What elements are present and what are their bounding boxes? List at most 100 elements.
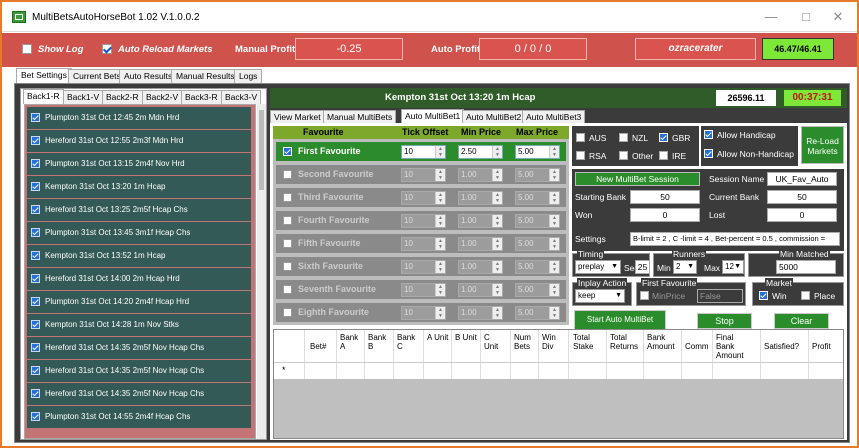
favourite-checkbox[interactable] <box>283 147 292 156</box>
country-nzl-checkbox[interactable] <box>619 133 628 142</box>
race-item[interactable]: Kempton 31st Oct 13:52 1m Hcap <box>27 245 251 267</box>
tab-back2-v[interactable]: Back2-V <box>142 90 183 104</box>
race-item[interactable]: Hereford 31st Oct 12:55 2m3f Mdn Hrd <box>27 130 251 152</box>
max-price-stepper[interactable]: 5.00 ▲ ▼ <box>515 214 560 228</box>
allow-non-handicap-checkbox[interactable] <box>704 149 713 158</box>
grid-col-bank-a[interactable]: Bank A <box>340 333 362 351</box>
favourite-checkbox[interactable] <box>283 216 292 225</box>
tab-back1-v[interactable]: Back1-V <box>63 90 104 104</box>
max-price-stepper[interactable]: 5.00 ▲ ▼ <box>515 283 560 297</box>
race-item[interactable]: Plumpton 31st Oct 12:45 2m Mdn Hrd <box>27 107 251 129</box>
tab-manual-multibets[interactable]: Manual MultiBets <box>323 110 397 123</box>
tick-offset-stepper[interactable]: 10 ▲ ▼ <box>401 191 446 205</box>
race-item[interactable]: Plumpton 31st Oct 13:15 2m4f Nov Hrd <box>27 153 251 175</box>
favourite-checkbox[interactable] <box>283 239 292 248</box>
min-price-stepper[interactable]: 2.50 ▲ ▼ <box>458 145 503 159</box>
tab-auto-multibet2[interactable]: Auto MultiBet2 <box>462 110 526 123</box>
tab-current-bets[interactable]: Current Bets <box>68 69 126 83</box>
runners-min-select[interactable]: 2 ▼ <box>673 260 697 274</box>
clear-button[interactable]: Clear <box>774 313 829 329</box>
max-price-stepper[interactable]: 5.00 ▲ ▼ <box>515 260 560 274</box>
race-checkbox[interactable] <box>31 113 40 122</box>
close-icon[interactable]: ✕ <box>824 8 852 26</box>
market-place-checkbox[interactable] <box>801 291 810 300</box>
tab-auto-multibet3[interactable]: Auto MultiBet3 <box>522 110 586 123</box>
min-price-stepper[interactable]: 1.00 ▲ ▼ <box>458 283 503 297</box>
race-checkbox[interactable] <box>31 412 40 421</box>
race-checkbox[interactable] <box>31 251 40 260</box>
tab-back2-r[interactable]: Back2-R <box>102 90 143 104</box>
tick-offset-stepper[interactable]: 10 ▲ ▼ <box>401 168 446 182</box>
tab-back3-r[interactable]: Back3-R <box>181 90 222 104</box>
min-price-stepper[interactable]: 1.00 ▲ ▼ <box>458 214 503 228</box>
maximize-icon[interactable]: □ <box>792 8 820 26</box>
max-price-stepper[interactable]: 5.00 ▲ ▼ <box>515 191 560 205</box>
tick-offset-stepper[interactable]: 10 ▲ ▼ <box>401 214 446 228</box>
minimize-icon[interactable]: — <box>757 8 785 26</box>
favourite-checkbox[interactable] <box>283 285 292 294</box>
grid-col-bank-c[interactable]: Bank C <box>397 333 419 351</box>
tick-offset-stepper[interactable]: 10 ▲ ▼ <box>401 145 446 159</box>
tab-back3-v[interactable]: Back3-V <box>221 90 262 104</box>
min-matched-field[interactable]: 5000 <box>776 260 836 274</box>
grid-col-num-bets[interactable]: Num Bets <box>514 333 536 351</box>
race-item[interactable]: Hereford 31st Oct 14:35 2m5f Nov Hcap Ch… <box>27 360 251 382</box>
grid-col-total-stake[interactable]: Total Stake <box>573 333 599 351</box>
race-checkbox[interactable] <box>31 389 40 398</box>
race-checkbox[interactable] <box>31 159 40 168</box>
country-ire-checkbox[interactable] <box>659 151 668 160</box>
max-price-stepper[interactable]: 5.00 ▲ ▼ <box>515 145 560 159</box>
race-item[interactable]: Plumpton 31st Oct 13:45 3m1f Hcap Chs <box>27 222 251 244</box>
starting-bank-field[interactable]: 50 <box>630 190 700 204</box>
grid-col-bank-b[interactable]: Bank B <box>368 333 390 351</box>
tick-offset-stepper[interactable]: 10 ▲ ▼ <box>401 283 446 297</box>
tick-offset-stepper[interactable]: 10 ▲ ▼ <box>401 260 446 274</box>
grid-col-bet-number[interactable]: Bet# <box>310 342 326 351</box>
race-checkbox[interactable] <box>31 228 40 237</box>
favourite-checkbox[interactable] <box>283 193 292 202</box>
tick-offset-stepper[interactable]: 10 ▲ ▼ <box>401 237 446 251</box>
race-item[interactable]: Hereford 31st Oct 14:35 2m5f Nov Hcap Ch… <box>27 383 251 405</box>
table-row[interactable]: * <box>274 362 843 379</box>
race-item[interactable]: Hereford 31st Oct 13:25 2m5f Hcap Chs <box>27 199 251 221</box>
timing-select[interactable]: preplay ▼ <box>575 260 621 274</box>
grid-col-a-unit[interactable]: A Unit <box>427 333 449 342</box>
max-price-stepper[interactable]: 5.00 ▲ ▼ <box>515 306 560 320</box>
timing-sec-field[interactable]: 25 <box>635 260 650 274</box>
grid-col-total-returns[interactable]: Total Returns <box>610 333 640 351</box>
show-log-checkbox[interactable] <box>22 44 32 54</box>
stop-button[interactable]: Stop <box>697 313 752 329</box>
grid-col-win-div[interactable]: Win Div <box>542 333 564 351</box>
race-checkbox[interactable] <box>31 320 40 329</box>
tab-view-market[interactable]: View Market <box>270 110 325 123</box>
country-rsa-checkbox[interactable] <box>576 151 585 160</box>
tab-bet-settings[interactable]: Bet Settings <box>16 68 72 84</box>
min-price-stepper[interactable]: 1.00 ▲ ▼ <box>458 168 503 182</box>
tab-manual-results[interactable]: Manual Results <box>171 69 240 83</box>
auto-reload-checkbox[interactable] <box>102 44 112 54</box>
inplay-action-select[interactable]: keep ▼ <box>575 289 625 303</box>
race-checkbox[interactable] <box>31 136 40 145</box>
tab-auto-results[interactable]: Auto Results <box>119 69 178 83</box>
grid-col-bank-amount[interactable]: Bank Amount <box>647 333 677 351</box>
race-item[interactable]: Hereford 31st Oct 14:00 2m Hcap Hrd <box>27 268 251 290</box>
country-aus-checkbox[interactable] <box>576 133 585 142</box>
grid-col-b-unit[interactable]: B Unit <box>455 333 477 342</box>
grid-col-profit[interactable]: Profit <box>812 342 831 351</box>
race-checkbox[interactable] <box>31 182 40 191</box>
session-name-field[interactable]: UK_Fav_Auto <box>767 172 837 186</box>
race-checkbox[interactable] <box>31 274 40 283</box>
grid-col-c-unit[interactable]: C Unit <box>484 333 506 351</box>
max-price-stepper[interactable]: 5.00 ▲ ▼ <box>515 168 560 182</box>
country-gbr-checkbox[interactable] <box>659 133 668 142</box>
race-checkbox[interactable] <box>31 205 40 214</box>
first-favourite-minprice-checkbox[interactable] <box>640 291 649 300</box>
race-checkbox[interactable] <box>31 343 40 352</box>
race-item[interactable]: Plumpton 31st Oct 14:55 2m4f Hcap Chs <box>27 406 251 428</box>
reload-markets-button[interactable]: Re-Load Markets <box>801 126 844 164</box>
settings-summary-field[interactable]: B-limit = 2 , C -limit = 4 , Bet-percent… <box>630 232 840 246</box>
tab-logs[interactable]: Logs <box>234 69 263 83</box>
allow-handicap-checkbox[interactable] <box>704 130 713 139</box>
race-item[interactable]: Kempton 31st Oct 14:28 1m Nov Stks <box>27 314 251 336</box>
favourite-checkbox[interactable] <box>283 170 292 179</box>
